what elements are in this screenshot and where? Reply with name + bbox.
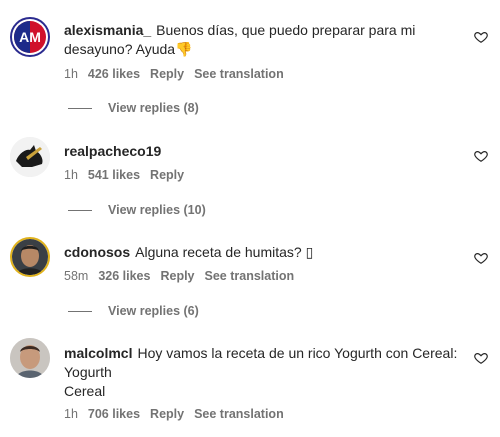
reply-button[interactable]: Reply [150,407,184,421]
view-replies-button[interactable]: View replies (10) [68,203,206,217]
see-translation-button[interactable]: See translation [205,269,295,283]
username[interactable]: malcolmcl [64,345,132,361]
reply-button[interactable]: Reply [150,67,184,81]
heart-icon[interactable] [474,251,488,265]
likes-count[interactable]: 706 likes [88,407,140,421]
timestamp: 1h [64,67,78,81]
comment-text-line: Yogurth [64,364,112,380]
username[interactable]: alexismania_ [64,22,151,38]
avatar[interactable]: AM [10,17,50,57]
comment-meta: 1h 426 likes Reply See translation [64,67,294,81]
svg-text:AM: AM [19,29,41,45]
reply-button[interactable]: Reply [160,269,194,283]
avatar[interactable] [10,137,50,177]
comment-meta: 1h 541 likes Reply [64,168,194,182]
heart-icon[interactable] [474,149,488,163]
timestamp: 58m [64,269,89,283]
divider [68,210,92,212]
likes-count[interactable]: 426 likes [88,67,140,81]
reply-button[interactable]: Reply [150,168,184,182]
comment-text: Alguna receta de humitas? ▯ [135,244,314,260]
username[interactable]: cdonosos [64,244,130,260]
divider [68,108,92,110]
comment-text: Hoy vamos la receta de un rico Yogurth c… [137,345,458,361]
avatar[interactable] [10,338,50,378]
see-translation-button[interactable]: See translation [194,407,284,421]
avatar[interactable] [10,237,50,277]
comment-meta: 1h 706 likes Reply See translation [64,407,294,421]
heart-icon[interactable] [474,351,488,365]
heart-icon[interactable] [474,30,488,44]
view-replies-button[interactable]: View replies (8) [68,101,199,115]
divider [68,311,92,313]
likes-count[interactable]: 326 likes [98,269,150,283]
likes-count[interactable]: 541 likes [88,168,140,182]
comment-text-line: Cereal [64,383,106,399]
username[interactable]: realpacheco19 [64,143,161,159]
comment-meta: 58m 326 likes Reply See translation [64,269,304,283]
timestamp: 1h [64,168,78,182]
timestamp: 1h [64,407,78,421]
see-translation-button[interactable]: See translation [194,67,284,81]
view-replies-button[interactable]: View replies (6) [68,304,199,318]
